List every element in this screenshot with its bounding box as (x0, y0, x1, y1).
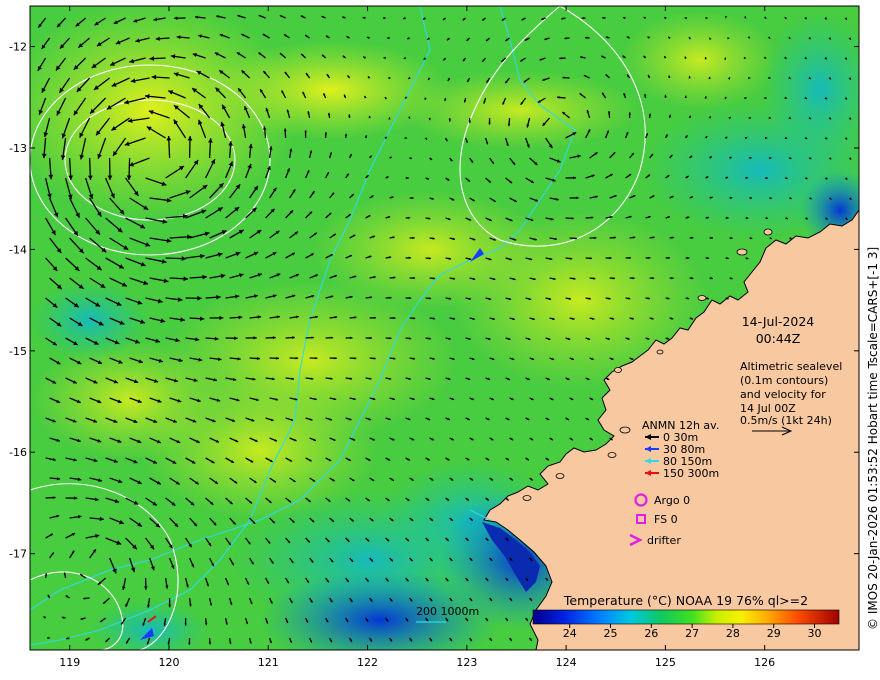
lon-tick-label: 119 (59, 656, 80, 669)
lon-tick-label: 120 (158, 656, 179, 669)
lon-tick-label: 126 (754, 656, 775, 669)
date-label: 14-Jul-2024 (742, 314, 815, 329)
lon-tick-label: 124 (556, 656, 577, 669)
lat-tick-label: -17 (9, 548, 27, 561)
colorbar-tick-label: 26 (644, 627, 658, 640)
alt-line-3: and velocity for (740, 388, 826, 401)
lon-tick-label: 123 (456, 656, 477, 669)
fs-label: FS 0 (654, 513, 678, 526)
alt-line-5: 0.5m/s (1kt 24h) (740, 414, 832, 427)
colorbar-tick-label: 24 (563, 627, 577, 640)
alt-line-1: Altimetric sealevel (740, 360, 842, 373)
lon-tick-label: 121 (258, 656, 279, 669)
argo-label: Argo 0 (654, 494, 690, 507)
colorbar-tick-label: 30 (808, 627, 822, 640)
map-plot-area (30, 6, 859, 650)
isobath-label: 200 1000m (416, 605, 479, 618)
copyright-side-text: © IMOS 20-Jan-2026 01:53:52 Hobart time … (866, 247, 880, 630)
colorbar-tick-label: 27 (685, 627, 699, 640)
svg-text:150 300m: 150 300m (663, 467, 719, 480)
lat-tick-label: -16 (9, 446, 27, 459)
lon-tick-label: 125 (655, 656, 676, 669)
sst-map-figure: -12 -13 -14 -15 -16 -17 119 120 121 122 123 124 125… (9, 5, 880, 669)
colorbar-tick-label: 29 (767, 627, 781, 640)
time-label: 00:44Z (756, 331, 801, 346)
lat-tick-label: -13 (9, 142, 27, 155)
drifter-label: drifter (647, 534, 681, 547)
lat-tick-label: -12 (9, 41, 27, 54)
lat-tick-label: -14 (9, 243, 27, 256)
colorbar-tick-label: 25 (604, 627, 618, 640)
colorbar-title: Temperature (°C) NOAA 19 76% ql>=2 (563, 593, 808, 608)
colorbar-tick-label: 28 (726, 627, 740, 640)
lat-tick-label: -15 (9, 345, 27, 358)
lon-tick-label: 122 (357, 656, 378, 669)
colorbar (532, 609, 840, 625)
alt-line-2: (0.1m contours) (740, 374, 828, 387)
